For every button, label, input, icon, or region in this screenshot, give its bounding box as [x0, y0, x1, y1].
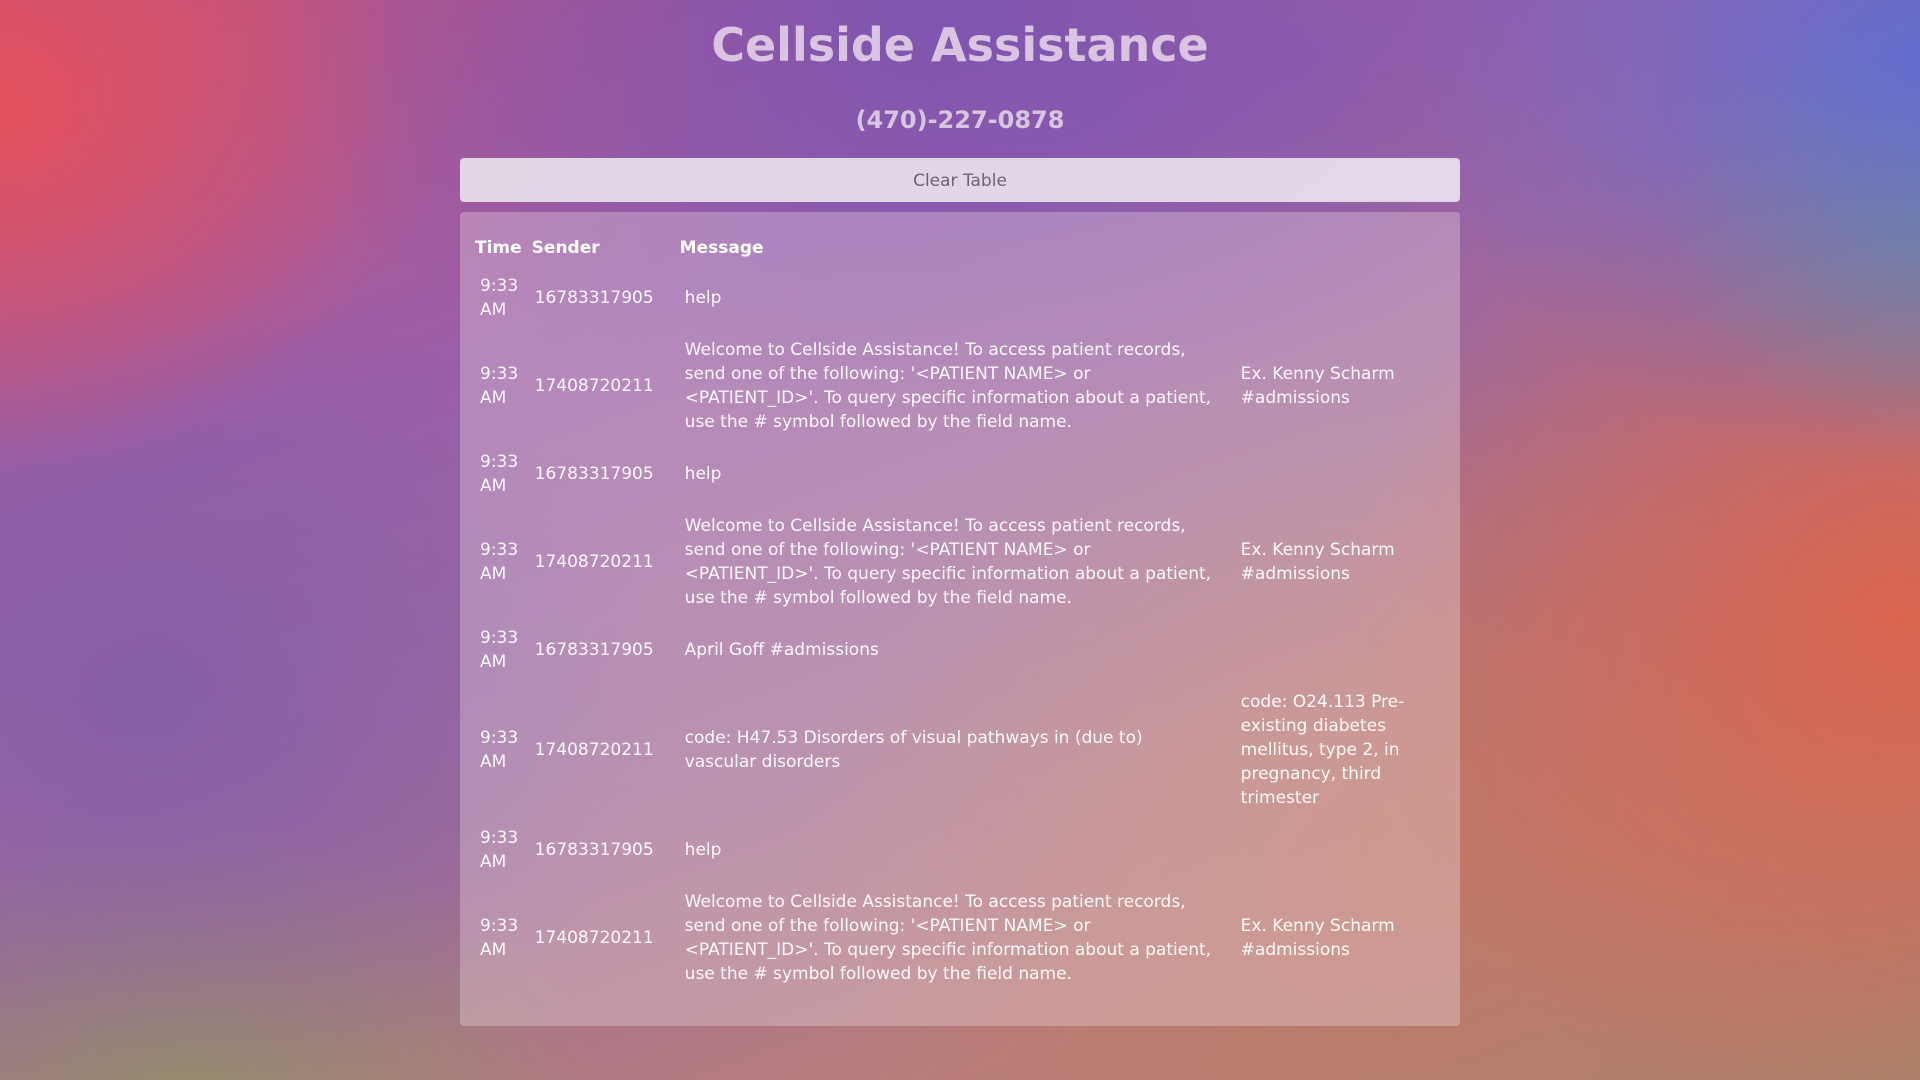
- cell-message: help: [684, 840, 722, 860]
- cell-time: 9:33 AM: [480, 364, 519, 408]
- cell-message: help: [684, 464, 722, 484]
- cell-time: 9:33 AM: [480, 916, 519, 960]
- cell-extra: [1223, 442, 1427, 506]
- column-header-message: Message: [679, 238, 764, 258]
- cell-message: Welcome to Cellside Assistance! To acces…: [684, 340, 1212, 432]
- cell-extra: [1223, 618, 1427, 682]
- table-row: 9:33 AM 16783317905 help: [470, 818, 1427, 882]
- column-header-extra: [1223, 224, 1427, 266]
- cell-sender: 16783317905: [534, 840, 654, 860]
- cell-message: Welcome to Cellside Assistance! To acces…: [684, 516, 1212, 608]
- column-header-time: Time: [475, 238, 522, 258]
- messages-panel: Time Sender Message 9:33 AM 16783317905 …: [460, 212, 1460, 1026]
- messages-table-body: 9:33 AM 16783317905 help 9:33 AM 1740872…: [470, 266, 1427, 994]
- column-header-sender: Sender: [531, 238, 600, 258]
- table-row: 9:33 AM 17408720211 Welcome to Cellside …: [470, 330, 1427, 442]
- cell-extra: Ex. Kenny Scharm #admissions: [1240, 364, 1395, 408]
- cell-extra: Ex. Kenny Scharm #admissions: [1240, 916, 1395, 960]
- table-row: 9:33 AM 16783317905 help: [470, 442, 1427, 506]
- cell-time: 9:33 AM: [480, 828, 519, 872]
- table-row: 9:33 AM 16783317905 April Goff #admissio…: [470, 618, 1427, 682]
- cell-time: 9:33 AM: [480, 628, 519, 672]
- cell-sender: 17408720211: [534, 376, 654, 396]
- cell-sender: 17408720211: [534, 740, 654, 760]
- cell-sender: 16783317905: [534, 640, 654, 660]
- cell-sender: 16783317905: [534, 464, 654, 484]
- cell-sender: 17408720211: [534, 928, 654, 948]
- cell-sender: 17408720211: [534, 552, 654, 572]
- cell-time: 9:33 AM: [480, 540, 519, 584]
- cell-message: Welcome to Cellside Assistance! To acces…: [684, 892, 1212, 984]
- table-row: 9:33 AM 17408720211 code: H47.53 Disorde…: [470, 682, 1427, 818]
- cell-time: 9:33 AM: [480, 452, 519, 496]
- cell-extra: [1223, 266, 1427, 330]
- cell-time: 9:33 AM: [480, 728, 519, 772]
- table-row: 9:33 AM 16783317905 help: [470, 266, 1427, 330]
- cell-extra: code: O24.113 Pre-existing diabetes mell…: [1240, 692, 1405, 808]
- cell-message: help: [684, 288, 722, 308]
- phone-number: (470)-227-0878: [855, 106, 1065, 134]
- page-title: Cellside Assistance: [711, 18, 1209, 72]
- cell-extra: [1223, 818, 1427, 882]
- cell-message: code: H47.53 Disorders of visual pathway…: [684, 728, 1143, 772]
- table-row: 9:33 AM 17408720211 Welcome to Cellside …: [470, 882, 1427, 994]
- cell-message: April Goff #admissions: [684, 640, 879, 660]
- messages-table: Time Sender Message 9:33 AM 16783317905 …: [470, 224, 1427, 994]
- clear-table-button[interactable]: Clear Table: [460, 158, 1460, 202]
- table-row: 9:33 AM 17408720211 Welcome to Cellside …: [470, 506, 1427, 618]
- table-header-row: Time Sender Message: [470, 224, 1427, 266]
- cell-time: 9:33 AM: [480, 276, 519, 320]
- cell-extra: Ex. Kenny Scharm #admissions: [1240, 540, 1395, 584]
- cell-sender: 16783317905: [534, 288, 654, 308]
